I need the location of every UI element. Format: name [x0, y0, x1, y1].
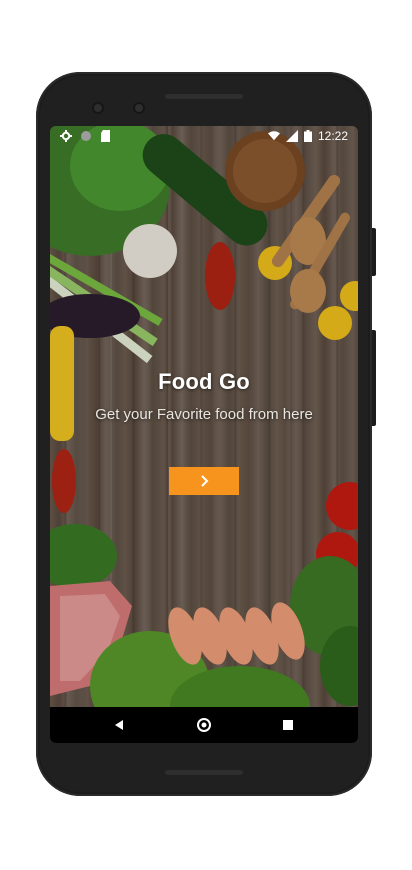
app-screen: 12:22 Food Go Get your Favorite food fro… — [50, 126, 358, 743]
back-icon — [115, 720, 123, 730]
gear-icon — [60, 130, 72, 142]
recents-button[interactable] — [268, 707, 308, 743]
home-button[interactable] — [184, 707, 224, 743]
top-speaker — [165, 94, 243, 99]
app-subtitle: Get your Favorite food from here — [95, 406, 313, 423]
navigation-bar — [50, 707, 358, 743]
sd-card-icon — [101, 130, 110, 142]
status-bar-right-icons: 12:22 — [267, 129, 348, 143]
recents-icon — [283, 720, 293, 730]
bottom-speaker — [165, 770, 243, 775]
front-camera — [92, 102, 104, 114]
status-bar-left-icons — [60, 130, 112, 142]
signal-icon — [285, 130, 298, 142]
front-sensor — [133, 102, 145, 114]
app-title: Food Go — [158, 369, 250, 394]
volume-button — [372, 228, 376, 276]
power-button — [372, 330, 376, 426]
food-background-image — [50, 126, 358, 743]
wifi-icon — [267, 131, 280, 141]
back-button[interactable] — [99, 707, 139, 743]
status-bar: 12:22 — [50, 126, 358, 148]
status-time: 12:22 — [317, 129, 348, 143]
next-button[interactable] — [169, 467, 239, 495]
chevron-right-icon — [201, 475, 209, 487]
battery-icon — [303, 130, 312, 142]
home-icon — [197, 718, 211, 732]
circle-icon — [81, 131, 91, 141]
